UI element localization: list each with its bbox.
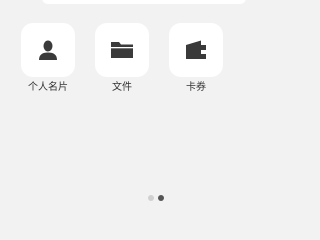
top-card-edge bbox=[42, 0, 246, 4]
app-tile-business-card[interactable]: 个人名片 bbox=[20, 23, 76, 95]
folder-icon bbox=[111, 42, 133, 58]
app-tile-icon-box bbox=[169, 23, 223, 77]
page-dot[interactable] bbox=[148, 195, 154, 201]
person-icon bbox=[39, 40, 57, 60]
app-tile-cards-coupons[interactable]: 卡券 bbox=[168, 23, 224, 95]
app-tile-label: 卡券 bbox=[186, 82, 206, 93]
page-indicator bbox=[148, 195, 164, 201]
app-tile-label: 文件 bbox=[112, 82, 132, 93]
page-dot-active[interactable] bbox=[158, 195, 164, 201]
app-tile-icon-box bbox=[21, 23, 75, 77]
app-launcher-page: 个人名片 文件 卡券 bbox=[0, 0, 320, 201]
app-tile-files[interactable]: 文件 bbox=[94, 23, 150, 95]
app-tile-label: 个人名片 bbox=[28, 82, 68, 93]
app-tile-icon-box bbox=[95, 23, 149, 77]
wallet-icon bbox=[186, 40, 206, 59]
